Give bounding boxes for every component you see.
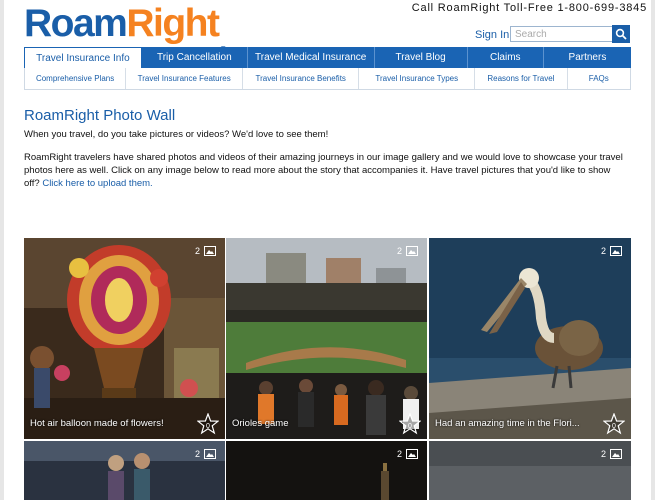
- search-button[interactable]: [612, 25, 630, 43]
- page-title: RoamRight Photo Wall: [24, 107, 176, 124]
- search-input[interactable]: [510, 26, 622, 42]
- tab-partners[interactable]: Partners: [544, 47, 631, 68]
- toll-free-phone: Call RoamRight Toll-Free 1-800-699-3845: [411, 2, 647, 14]
- photo-tile-balloon[interactable]: 2 Hot air balloon made of flowers! 0: [24, 238, 225, 439]
- balloon-photo: [24, 238, 225, 439]
- intro-text: When you travel, do you take pictures or…: [24, 129, 329, 140]
- subnav-travel-insurance-benefits[interactable]: Travel Insurance Benefits: [243, 68, 360, 89]
- main-nav: Travel Insurance Info Trip Cancellation …: [24, 47, 631, 68]
- vote-count: 0: [408, 423, 412, 430]
- photo-tile-sky[interactable]: 2: [429, 441, 631, 500]
- gallery-icon: [610, 449, 622, 459]
- gallery-icon: [204, 449, 216, 459]
- photo-caption: Hot air balloon made of flowers!: [30, 418, 164, 429]
- gallery-icon: [610, 246, 622, 256]
- photo-tile-pelican[interactable]: 2 Had an amazing time in the Flori... 0: [429, 238, 631, 439]
- vote-count: 0: [206, 423, 210, 430]
- photo-tile-orioles[interactable]: 2 Orioles game 0: [226, 238, 427, 439]
- pelican-photo: [429, 238, 631, 439]
- upload-photos-link[interactable]: Click here to upload them.: [42, 178, 152, 189]
- sign-in-link[interactable]: Sign In: [475, 29, 509, 41]
- sub-nav: Comprehensive Plans Travel Insurance Fea…: [24, 68, 631, 90]
- page: RoamRight® Call RoamRight Toll-Free 1-80…: [4, 0, 651, 500]
- photo-count: 2: [397, 246, 418, 256]
- tab-travel-insurance-info[interactable]: Travel Insurance Info: [24, 47, 142, 68]
- logo-text-right: Right: [126, 2, 220, 45]
- roamright-logo[interactable]: RoamRight®: [24, 2, 227, 56]
- gallery-icon: [406, 449, 418, 459]
- body-text: RoamRight travelers have shared photos a…: [24, 151, 624, 190]
- photo-count: 2: [195, 449, 216, 459]
- photo-caption: Orioles game: [232, 418, 289, 429]
- photo-count: 2: [195, 246, 216, 256]
- photo-count: 2: [397, 449, 418, 459]
- photo-caption: Had an amazing time in the Flori...: [435, 418, 580, 429]
- vote-star-icon[interactable]: 0: [603, 413, 625, 435]
- photo-count: 2: [601, 449, 622, 459]
- subnav-travel-insurance-features[interactable]: Travel Insurance Features: [126, 68, 244, 89]
- magnifier-icon: [615, 28, 627, 40]
- tab-travel-blog[interactable]: Travel Blog: [375, 47, 468, 68]
- photo-grid: 2 Hot air balloon made of flowers! 0 2 O…: [24, 238, 631, 500]
- vote-star-icon[interactable]: 0: [197, 413, 219, 435]
- photo-count: 2: [601, 246, 622, 256]
- tab-travel-medical-insurance[interactable]: Travel Medical Insurance: [248, 47, 375, 68]
- gallery-icon: [204, 246, 216, 256]
- photo-count-value: 2: [600, 449, 606, 459]
- orioles-photo: [226, 238, 427, 439]
- photo-count-value: 2: [194, 246, 200, 256]
- vote-star-icon[interactable]: 0: [399, 413, 421, 435]
- photo-count-value: 2: [396, 246, 402, 256]
- photo-count-value: 2: [194, 449, 200, 459]
- gallery-icon: [406, 246, 418, 256]
- subnav-travel-insurance-types[interactable]: Travel Insurance Types: [359, 68, 476, 89]
- photo-count-value: 2: [600, 246, 606, 256]
- subnav-comprehensive-plans[interactable]: Comprehensive Plans: [25, 68, 127, 89]
- logo-text-roam: Roam: [24, 2, 128, 45]
- subnav-faqs[interactable]: FAQs: [568, 68, 630, 89]
- photo-tile-night[interactable]: 2: [226, 441, 427, 500]
- tab-claims[interactable]: Claims: [468, 47, 544, 68]
- vote-count: 0: [612, 423, 616, 430]
- photo-tile-people[interactable]: 2: [24, 441, 225, 500]
- subnav-reasons-for-travel[interactable]: Reasons for Travel: [475, 68, 568, 89]
- tab-trip-cancellation[interactable]: Trip Cancellation: [142, 47, 248, 68]
- photo-count-value: 2: [396, 449, 402, 459]
